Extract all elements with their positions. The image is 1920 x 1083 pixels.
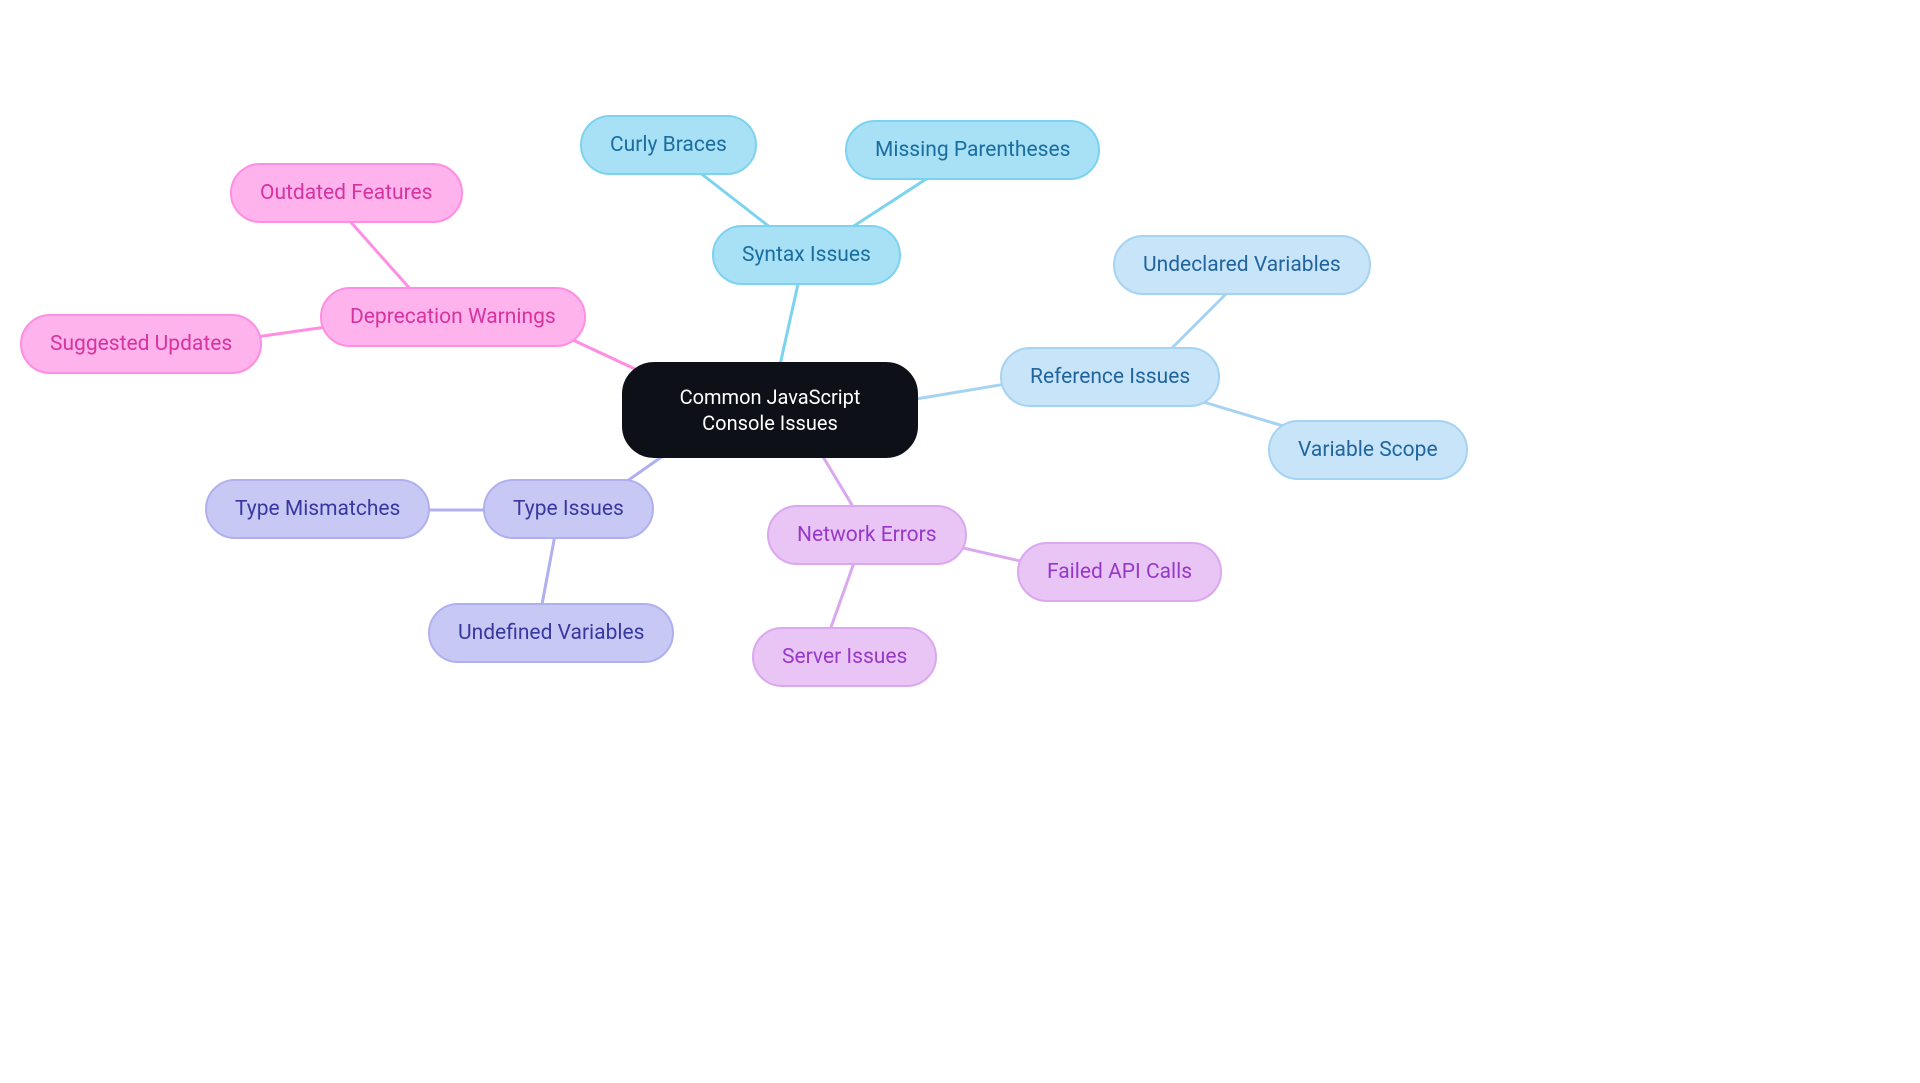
node-label: Missing Parentheses (875, 138, 1070, 162)
node-label: Type Issues (513, 497, 624, 521)
node-label: Suggested Updates (50, 332, 232, 356)
node-label: Type Mismatches (235, 497, 400, 521)
node-type-issues: Type Issues (483, 479, 654, 539)
node-server-issues: Server Issues (752, 627, 937, 687)
node-label: Undeclared Variables (1143, 253, 1341, 277)
node-deprecation-warnings: Deprecation Warnings (320, 287, 586, 347)
node-syntax-issues: Syntax Issues (712, 225, 901, 285)
node-undeclared-variables: Undeclared Variables (1113, 235, 1371, 295)
node-variable-scope: Variable Scope (1268, 420, 1468, 480)
node-label: Syntax Issues (742, 243, 871, 267)
node-reference-issues: Reference Issues (1000, 347, 1220, 407)
node-label: Variable Scope (1298, 438, 1438, 462)
node-label: Failed API Calls (1047, 560, 1192, 584)
node-missing-parentheses: Missing Parentheses (845, 120, 1100, 180)
node-label: Outdated Features (260, 181, 433, 205)
node-failed-api-calls: Failed API Calls (1017, 542, 1222, 602)
node-suggested-updates: Suggested Updates (20, 314, 262, 374)
node-root: Common JavaScript Console Issues (622, 362, 918, 458)
node-label: Deprecation Warnings (350, 305, 556, 329)
node-type-mismatches: Type Mismatches (205, 479, 430, 539)
node-label: Curly Braces (610, 133, 727, 157)
node-label: Undefined Variables (458, 621, 644, 645)
node-network-errors: Network Errors (767, 505, 967, 565)
node-undefined-variables: Undefined Variables (428, 603, 674, 663)
node-outdated-features: Outdated Features (230, 163, 463, 223)
node-label: Common JavaScript Console Issues (648, 384, 892, 436)
node-curly-braces: Curly Braces (580, 115, 757, 175)
node-label: Network Errors (797, 523, 937, 547)
node-label: Server Issues (782, 645, 907, 669)
node-label: Reference Issues (1030, 365, 1190, 389)
